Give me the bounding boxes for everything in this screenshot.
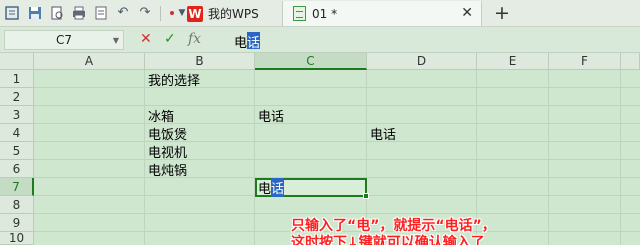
cell-b1[interactable]: 我的选择 bbox=[145, 70, 200, 89]
name-box-value: C7 bbox=[55, 33, 72, 47]
column-header-e[interactable]: E bbox=[477, 53, 549, 70]
cell-b3[interactable]: 冰箱 bbox=[145, 106, 174, 125]
row-header-4[interactable]: 4 bbox=[0, 124, 34, 142]
redo-icon[interactable]: ↷ bbox=[137, 5, 153, 21]
confirm-icon[interactable]: ✓ bbox=[164, 31, 176, 47]
cancel-icon[interactable]: ✕ bbox=[140, 31, 152, 47]
name-box[interactable]: C7 ▼ bbox=[4, 30, 124, 50]
row-header-2[interactable]: 2 bbox=[0, 88, 34, 106]
autocomplete-suggestion: 话 bbox=[271, 178, 285, 197]
print-icon[interactable] bbox=[71, 5, 87, 21]
row-header-10[interactable]: 10 bbox=[0, 231, 34, 245]
insert-function-icon[interactable]: fx bbox=[188, 31, 201, 47]
gridline bbox=[34, 123, 640, 124]
column-header-b[interactable]: B bbox=[145, 53, 255, 70]
active-cell-editor[interactable]: 电话 bbox=[258, 178, 285, 197]
cell-d4[interactable]: 电话 bbox=[367, 124, 396, 143]
formula-input[interactable]: 电话 bbox=[234, 32, 261, 51]
column-header-d[interactable]: D bbox=[367, 53, 477, 70]
save-icon[interactable] bbox=[27, 5, 43, 21]
row-header-9[interactable]: 9 bbox=[0, 214, 34, 232]
row-header-3[interactable]: 3 bbox=[0, 106, 34, 124]
row-header-5[interactable]: 5 bbox=[0, 142, 34, 160]
row-header-8[interactable]: 8 bbox=[0, 196, 34, 214]
formula-bar: C7 ▼ ✕ ✓ fx 电话 bbox=[0, 27, 640, 53]
row-header-1[interactable]: 1 bbox=[0, 70, 34, 88]
gridline bbox=[34, 105, 640, 106]
row-header-7[interactable]: 7 bbox=[0, 178, 34, 196]
undo-icon[interactable]: ↶ bbox=[115, 5, 131, 21]
fill-handle[interactable] bbox=[363, 193, 369, 199]
gridline bbox=[34, 141, 640, 142]
formula-suggestion-text: 话 bbox=[247, 32, 261, 51]
cell-c3[interactable]: 电话 bbox=[255, 106, 284, 125]
tutorial-annotation: 只输入了“电”，就提示“电话”， 这时按下↓键就可以确认输入了 bbox=[291, 218, 496, 245]
tab-document[interactable]: 01 * ✕ bbox=[282, 1, 482, 26]
select-all-corner[interactable] bbox=[0, 53, 34, 70]
add-tab-button[interactable]: + bbox=[494, 2, 510, 24]
tab-label: 我的WPS bbox=[208, 7, 259, 21]
column-header-partial[interactable] bbox=[621, 53, 640, 70]
print-preview-icon[interactable] bbox=[49, 5, 65, 21]
active-cell-typed-text: 电 bbox=[258, 182, 272, 197]
cell-b6[interactable]: 电炖锅 bbox=[145, 160, 187, 179]
close-icon[interactable]: ✕ bbox=[461, 5, 473, 21]
wps-logo-icon: W bbox=[187, 5, 203, 22]
cell-b4[interactable]: 电饭煲 bbox=[145, 124, 187, 143]
formula-typed-text: 电 bbox=[234, 36, 248, 51]
column-header-a[interactable]: A bbox=[34, 53, 145, 70]
gridline bbox=[254, 70, 255, 245]
column-header-f[interactable]: F bbox=[549, 53, 621, 70]
column-header-c[interactable]: C bbox=[255, 53, 367, 70]
row-header-6[interactable]: 6 bbox=[0, 160, 34, 178]
gridline bbox=[34, 213, 640, 214]
tab-my-wps[interactable]: W 我的WPS bbox=[187, 1, 279, 26]
title-bar: ↶ ↷ ▼ W 我的WPS 01 * ✕ + bbox=[0, 0, 640, 27]
annotation-line-2: 这时按下↓键就可以确认输入了 bbox=[291, 235, 485, 245]
spreadsheet-grid[interactable]: A B C D E F 1 2 3 4 5 6 7 8 9 10 我的选择 冰箱… bbox=[0, 53, 640, 245]
tab-label: 01 * bbox=[312, 6, 338, 21]
gridline bbox=[620, 70, 621, 245]
app-menu-icon[interactable] bbox=[4, 5, 20, 21]
chevron-down-icon[interactable]: ▼ bbox=[113, 36, 119, 45]
toolbar-separator bbox=[160, 6, 161, 21]
annotation-line-1: 只输入了“电”，就提示“电话”， bbox=[291, 218, 496, 234]
gridline bbox=[548, 70, 549, 245]
cell-b5[interactable]: 电视机 bbox=[145, 142, 187, 161]
gridline bbox=[34, 87, 640, 88]
spreadsheet-icon bbox=[293, 6, 306, 21]
export-pdf-icon[interactable] bbox=[93, 5, 109, 21]
gridline bbox=[34, 159, 640, 160]
